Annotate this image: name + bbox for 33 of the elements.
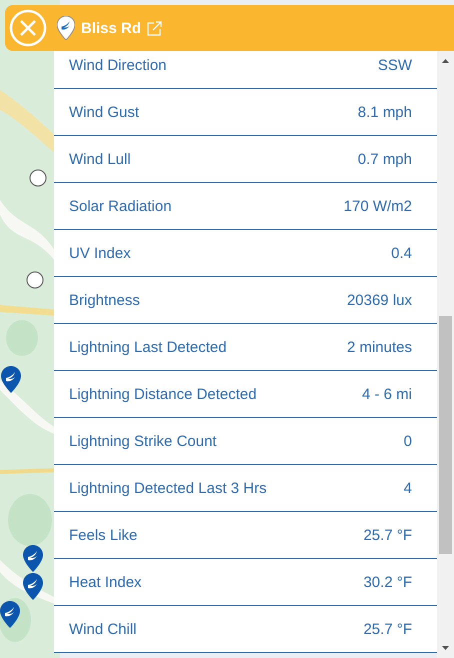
scrollbar[interactable]: [437, 51, 454, 658]
reading-value: 170 W/m2: [344, 198, 412, 214]
reading-label: Lightning Distance Detected: [69, 386, 257, 402]
reading-label: Wind Lull: [69, 150, 131, 168]
map-pin-icon[interactable]: [0, 601, 20, 628]
reading-label: UV Index: [69, 244, 131, 262]
reading-label: Lightning Strike Count: [69, 432, 217, 450]
reading-value: 4 - 6 mi: [362, 386, 412, 402]
reading-label: Feels Like: [69, 526, 138, 544]
reading-label: Lightning Last Detected: [69, 338, 227, 356]
reading-value: 20369 lux: [346, 292, 412, 308]
reading-value: SSW: [378, 56, 412, 74]
station-pin-icon: [57, 16, 75, 40]
reading-label: Wind Direction: [69, 56, 167, 74]
reading-value: 0: [404, 432, 412, 450]
reading-value: 25.7 °F: [363, 620, 412, 638]
reading-value: 4: [404, 480, 412, 496]
map-pin-icon[interactable]: [23, 573, 43, 600]
reading-label: Wind Chill: [69, 620, 137, 638]
map-pin-icon[interactable]: [1, 366, 21, 393]
reading-value: 8.1 mph: [358, 104, 412, 120]
reading-label: Heat Index: [69, 574, 142, 590]
reading-value: 2 minutes: [346, 338, 412, 356]
map-pin-icon[interactable]: [23, 545, 43, 572]
reading-label: Lightning Detected Last 3 Hrs: [69, 480, 267, 496]
reading-label: Solar Radiation: [69, 198, 172, 214]
reading-value: 30.2 °F: [363, 574, 412, 590]
reading-value: 0.7 mph: [358, 150, 412, 168]
reading-value: 25.7 °F: [363, 526, 412, 544]
reading-label: Brightness: [69, 292, 140, 308]
reading-label: Wind Gust: [69, 104, 140, 120]
reading-value: 0.4: [391, 244, 412, 262]
station-title: Bliss Rd: [81, 20, 142, 36]
